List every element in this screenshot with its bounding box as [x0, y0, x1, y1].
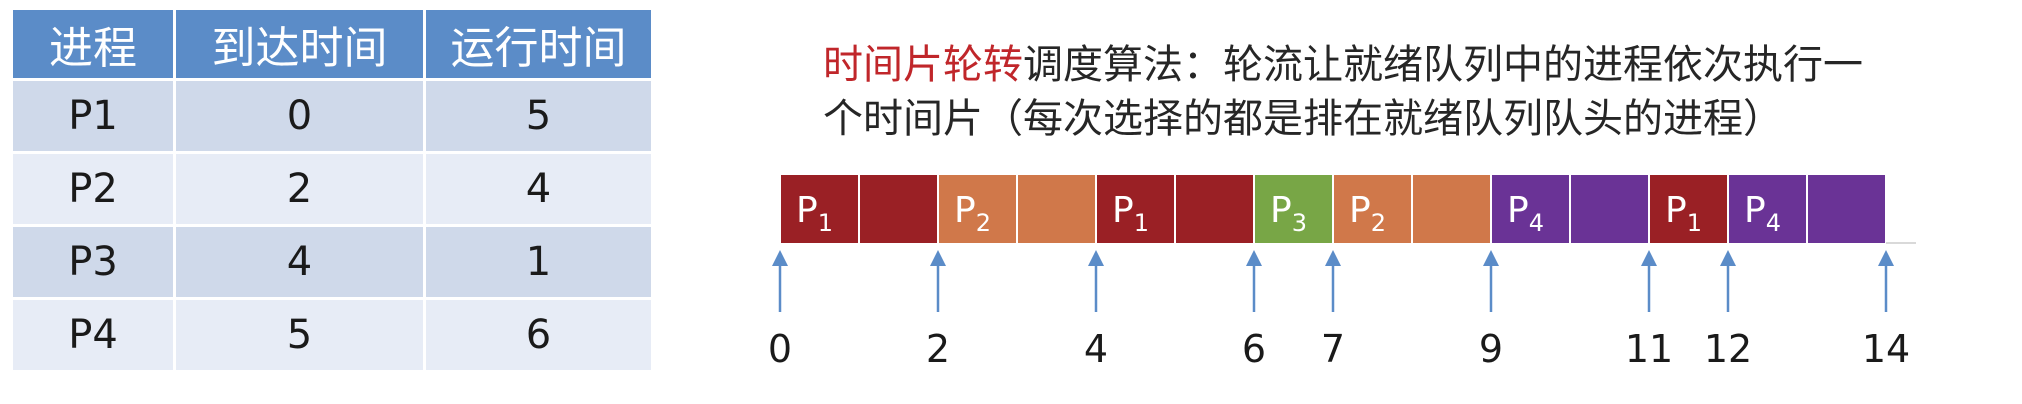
- time-tick-label: 6: [1242, 327, 1266, 371]
- time-tick-label: 7: [1321, 327, 1345, 371]
- time-tick-label: 2: [926, 327, 950, 371]
- gantt-chart: P1 P2 P1 P3 P2 P4 P1 P40 2 4 6 7 9 11 12 14: [768, 173, 1916, 371]
- time-tick-label: 14: [1862, 327, 1910, 371]
- arrow-head-icon: [772, 250, 788, 266]
- time-slice-p4: [1569, 173, 1650, 245]
- arrow-head-icon: [1720, 250, 1736, 266]
- arrow-head-icon: [930, 250, 946, 266]
- arrow-head-icon: [1325, 250, 1341, 266]
- time-tick-label: 0: [768, 327, 792, 371]
- arrow-head-icon: [1641, 250, 1657, 266]
- time-tick-label: 12: [1704, 327, 1752, 371]
- time-slice-p1: [1174, 173, 1255, 245]
- arrow-head-icon: [1878, 250, 1894, 266]
- time-tick-label: 11: [1625, 327, 1673, 371]
- time-slice-p4: [1806, 173, 1887, 245]
- time-slice-p1: [858, 173, 939, 245]
- time-tick-label: 4: [1084, 327, 1108, 371]
- time-tick-label: 9: [1479, 327, 1503, 371]
- arrow-head-icon: [1246, 250, 1262, 266]
- arrow-head-icon: [1088, 250, 1104, 266]
- time-slice-p2: [1411, 173, 1492, 245]
- arrow-head-icon: [1483, 250, 1499, 266]
- time-slice-p2: [1016, 173, 1097, 245]
